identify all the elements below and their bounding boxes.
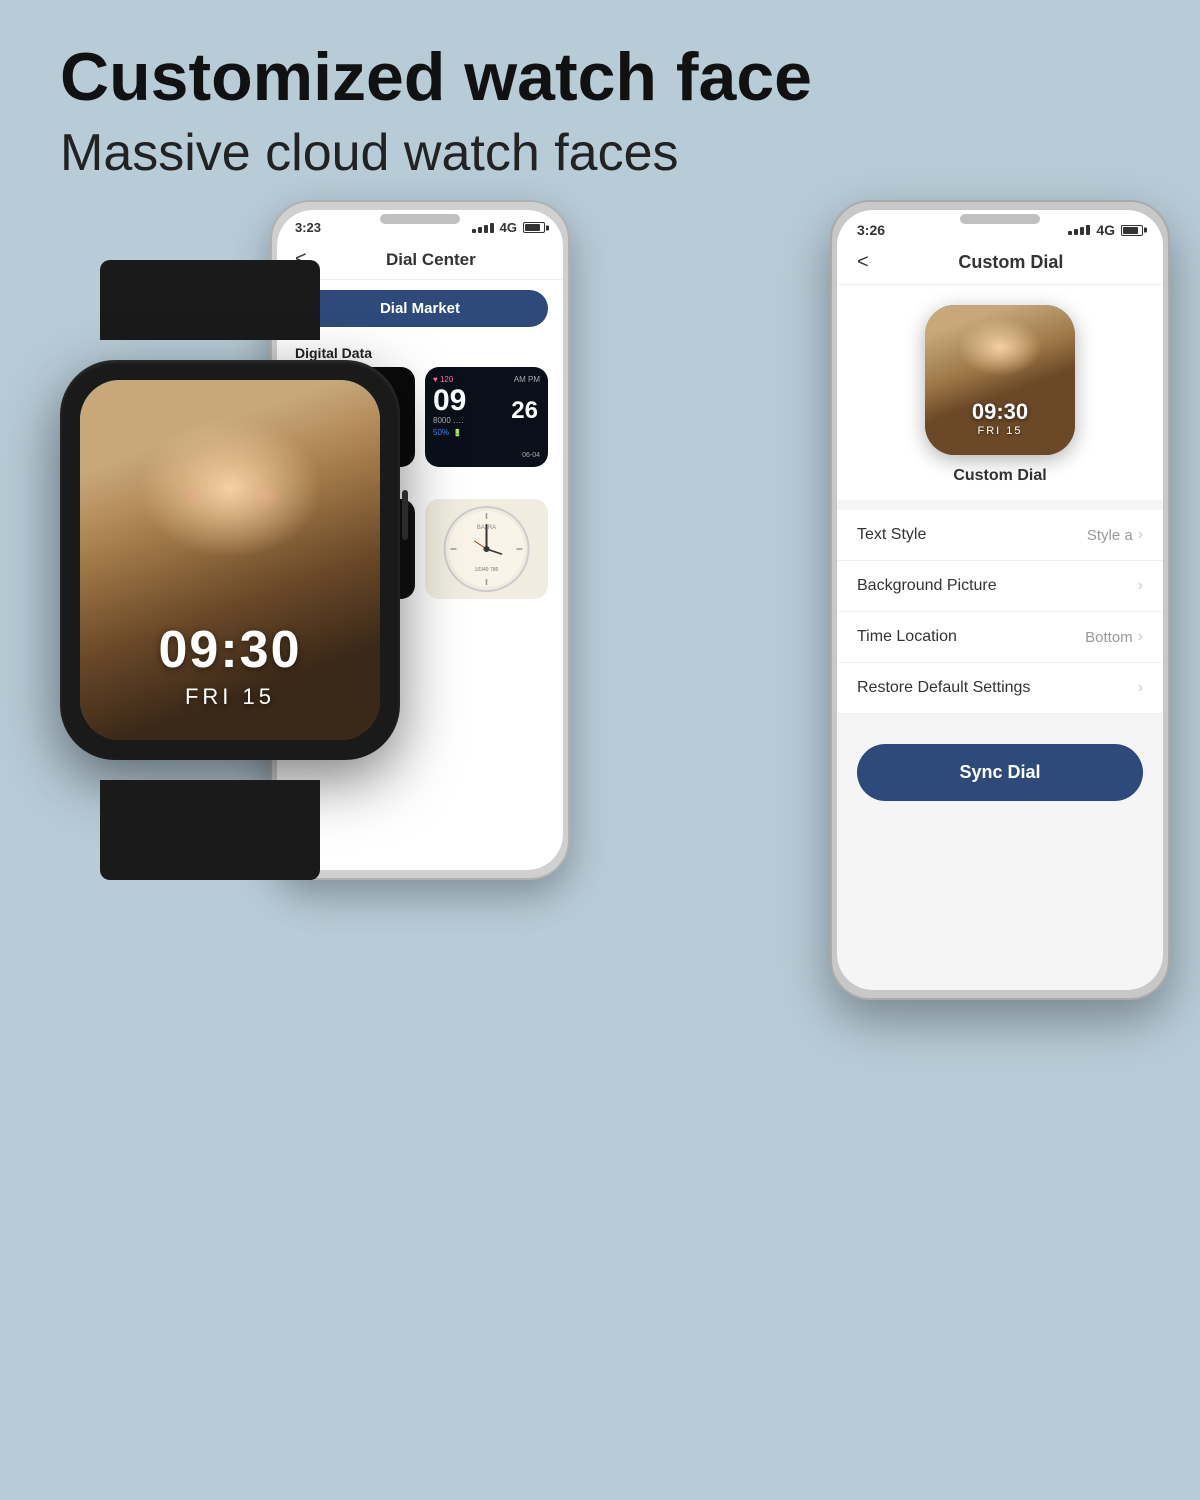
watch-date: FRI 15 (80, 684, 380, 710)
time-location-value: Bottom (1085, 629, 1133, 646)
watch-time-overlay: 09:30 FRI 15 (80, 620, 380, 710)
battery-fill (525, 224, 540, 231)
df2-percent: 50% (433, 428, 449, 437)
sync-dial-button[interactable]: Sync Dial (857, 744, 1143, 801)
signal-bars (472, 223, 494, 233)
settings-background-picture[interactable]: Background Picture › (837, 561, 1163, 612)
df2-battery-icon: 🔋 (453, 429, 462, 437)
df2-top-row: ♥ 120 AM PM (433, 375, 540, 384)
settings-time-location[interactable]: Time Location Bottom › (837, 612, 1163, 663)
phone2-status-icons: 4G (1068, 222, 1143, 238)
svg-text:10349 786: 10349 786 (475, 567, 499, 573)
signal-bar-4 (490, 223, 494, 233)
dial-thumb-analog2[interactable]: BAJRA 10349 786 (425, 499, 548, 599)
header-section: Customized watch face Massive cloud watc… (0, 0, 1200, 203)
watch-preview-time: 09:30 FRI 15 (925, 399, 1075, 437)
watch-photo: 09:30 FRI 15 (80, 380, 380, 740)
phone2-battery-fill (1123, 227, 1138, 234)
phone2-nav-title: Custom Dial (879, 252, 1143, 273)
sub-title: Massive cloud watch faces (60, 123, 1140, 183)
phone2-notch (960, 214, 1040, 224)
phone1-nav-title: Dial Center (317, 250, 545, 270)
watch-band-bottom (100, 780, 320, 880)
df2-ampm: AM PM (514, 375, 540, 384)
df2-heart-icon: ♥ 120 (433, 375, 453, 384)
phone1-notch (380, 214, 460, 224)
time-location-chevron: › (1138, 628, 1143, 646)
signal-bar-1 (472, 229, 476, 233)
dial-thumb-digital2[interactable]: ♥ 120 AM PM 09 8000 ‥‥ 50% 🔋 26 06-04 (425, 367, 548, 467)
text-style-value: Style a (1087, 527, 1133, 544)
phone2-nav-bar: < Custom Dial (837, 243, 1163, 285)
settings-text-style[interactable]: Text Style Style a › (837, 510, 1163, 561)
signal-bar-2 (478, 227, 482, 233)
main-title: Customized watch face (60, 40, 1140, 115)
settings-list: Text Style Style a › Background Picture … (837, 510, 1163, 714)
restore-defaults-label: Restore Default Settings (857, 679, 1138, 697)
phone2-back-arrow[interactable]: < (857, 251, 869, 274)
phone2-body: 3:26 4G (830, 200, 1170, 1000)
phone2-signal-bars (1068, 225, 1090, 235)
phone2-battery (1121, 225, 1143, 236)
background-picture-label: Background Picture (857, 577, 1138, 595)
watch-band-top (100, 260, 320, 340)
phone1-battery (523, 222, 545, 233)
phone1-status-icons: 4G (472, 220, 545, 235)
time-location-label: Time Location (857, 628, 1085, 646)
scene-container: 09:30 FRI 15 3:23 (0, 200, 1200, 1500)
watch-preview-photo: 09:30 FRI 15 (925, 305, 1075, 455)
signal-bar-p2-2 (1074, 229, 1078, 235)
df2-minutes: 26 (511, 397, 538, 425)
phone2-time: 3:26 (857, 222, 885, 238)
analog-face-svg-2: BAJRA 10349 786 (425, 499, 548, 599)
phone2-screen: 3:26 4G (837, 210, 1163, 990)
wpt-time-text: 09:30 (925, 399, 1075, 425)
signal-bar-p2-4 (1086, 225, 1090, 235)
wpt-date-text: FRI 15 (925, 425, 1075, 437)
restore-defaults-chevron: › (1138, 679, 1143, 697)
signal-bar-p2-3 (1080, 227, 1084, 235)
watch-body: 09:30 FRI 15 (60, 360, 400, 760)
text-style-label: Text Style (857, 526, 1087, 544)
custom-dial-label: Custom Dial (953, 467, 1046, 485)
signal-bar-p2-1 (1068, 231, 1072, 235)
watch-side-button (402, 490, 408, 540)
df2-bottom-date: 06-04 (522, 452, 540, 459)
digital-face-2-content: ♥ 120 AM PM 09 8000 ‥‥ 50% 🔋 26 06-04 (425, 367, 548, 467)
phone2-custom-dial: 3:26 4G (830, 200, 1170, 1000)
df2-mid: 50% 🔋 (433, 428, 540, 437)
watch-time: 09:30 (80, 620, 380, 680)
sync-btn-area: Sync Dial (837, 714, 1163, 821)
custom-dial-preview: 09:30 FRI 15 Custom Dial (837, 285, 1163, 500)
watch-screen: 09:30 FRI 15 (80, 380, 380, 740)
signal-bar-3 (484, 225, 488, 233)
watch-preview-frame: 09:30 FRI 15 (925, 305, 1075, 455)
phone1-time: 3:23 (295, 220, 321, 235)
settings-restore-defaults[interactable]: Restore Default Settings › (837, 663, 1163, 714)
text-style-chevron: › (1138, 526, 1143, 544)
phone2-network: 4G (1096, 222, 1115, 238)
background-picture-chevron: › (1138, 577, 1143, 595)
smartwatch: 09:30 FRI 15 (40, 320, 420, 800)
phone1-network: 4G (500, 220, 517, 235)
